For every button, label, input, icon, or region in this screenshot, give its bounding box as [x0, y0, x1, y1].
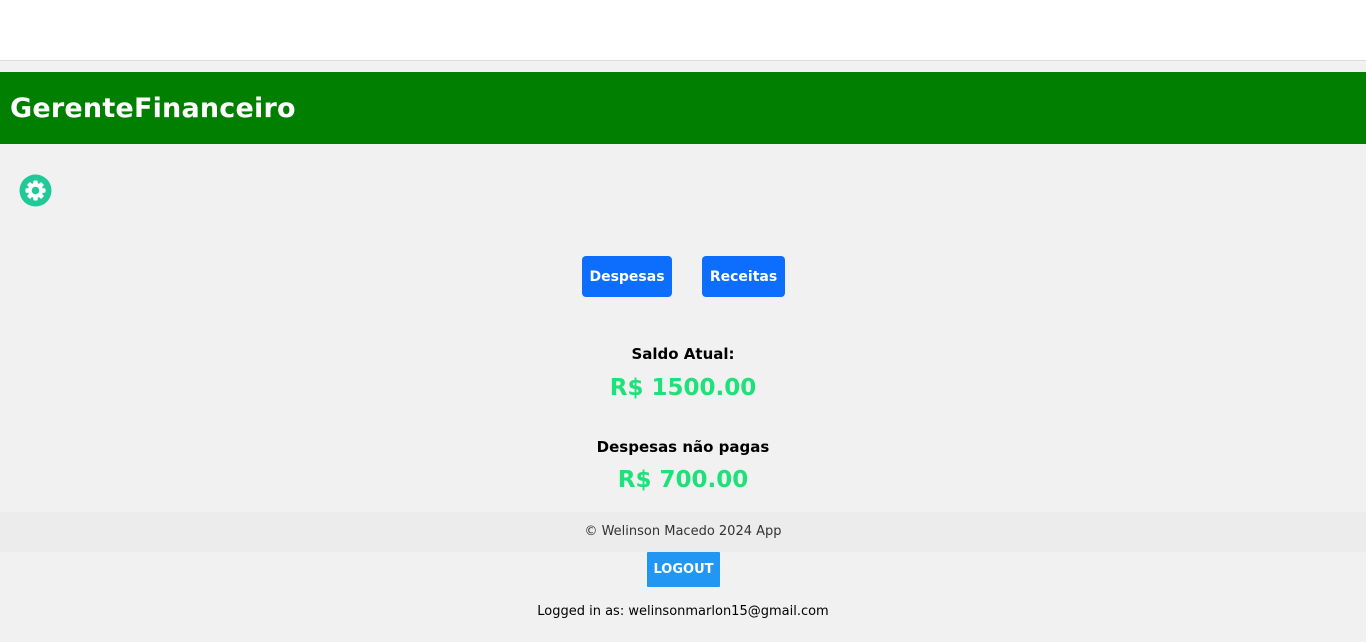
despesas-nao-pagas-label: Despesas não pagas	[596, 438, 770, 456]
despesas-button[interactable]: Despesas	[582, 256, 672, 297]
logged-in-text: Logged in as: welinsonmarlon15@gmail.com	[537, 604, 829, 619]
logout-button[interactable]: LOGOUT	[647, 552, 720, 587]
saldo-label: Saldo Atual:	[631, 345, 735, 363]
browser-top-area	[0, 0, 1366, 61]
copyright-text: © Welinson Macedo 2024 App	[584, 524, 782, 539]
despesas-nao-pagas-value: R$ 700.00	[617, 467, 749, 493]
nav-buttons: Despesas Receitas	[0, 256, 1366, 297]
receitas-button[interactable]: Receitas	[702, 256, 785, 297]
app-header: GerenteFinanceiro	[0, 72, 1366, 144]
saldo-value: R$ 1500.00	[609, 375, 757, 401]
brand-title: GerenteFinanceiro	[10, 92, 296, 124]
gear-icon[interactable]	[19, 174, 52, 207]
